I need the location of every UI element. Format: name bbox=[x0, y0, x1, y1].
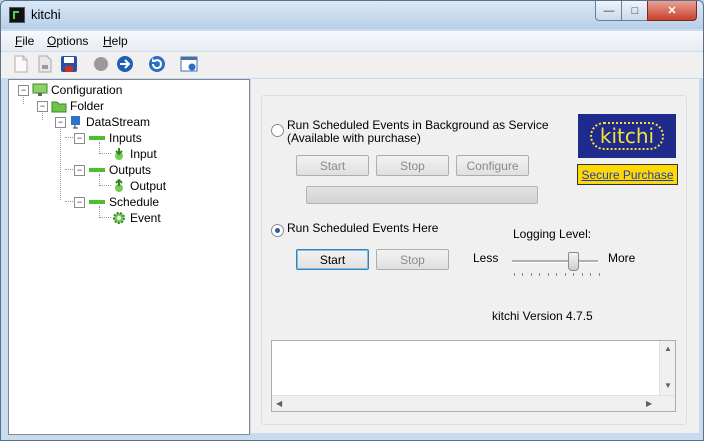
group-bar-icon bbox=[89, 136, 105, 140]
window-title: kitchi bbox=[31, 7, 61, 22]
maximize-button[interactable]: □ bbox=[621, 1, 649, 21]
tree-label: Outputs bbox=[109, 163, 152, 177]
collapse-toggle[interactable]: − bbox=[55, 116, 66, 128]
tree-node-outputs[interactable]: − Outputs bbox=[74, 163, 151, 177]
tree-node-folder[interactable]: − Folder bbox=[37, 99, 104, 113]
service-stop-button[interactable]: Stop bbox=[376, 155, 449, 176]
tree-node-datastream[interactable]: − DataStream bbox=[55, 115, 150, 129]
group-bar-icon bbox=[89, 200, 105, 204]
log-output-area[interactable]: ▲ ▼ ◀ ▶ bbox=[271, 340, 676, 412]
tree-label: Schedule bbox=[109, 195, 160, 209]
service-radio-label-2: (Available with purchase) bbox=[287, 131, 421, 145]
collapse-toggle[interactable]: − bbox=[18, 84, 29, 96]
scroll-down-icon[interactable]: ▼ bbox=[664, 381, 672, 390]
control-group: Run Scheduled Events in Background as Se… bbox=[261, 95, 687, 425]
toolbar bbox=[1, 52, 703, 78]
monitor-icon bbox=[32, 83, 48, 96]
control-pane: Run Scheduled Events in Background as Se… bbox=[251, 79, 699, 433]
forward-icon[interactable] bbox=[116, 55, 134, 73]
version-label: kitchi Version 4.7.5 bbox=[492, 309, 593, 323]
input-gear-icon bbox=[115, 148, 123, 160]
event-gear-icon bbox=[113, 212, 125, 224]
tree-label: Output bbox=[130, 179, 167, 193]
tree-label: Folder bbox=[70, 99, 105, 113]
tree-node-event[interactable]: Event bbox=[112, 211, 161, 225]
menu-file[interactable]: File bbox=[15, 34, 34, 48]
collapse-toggle[interactable]: − bbox=[74, 196, 85, 208]
output-gear-icon bbox=[115, 179, 123, 192]
logging-slider-thumb[interactable] bbox=[567, 252, 579, 271]
folder-icon bbox=[51, 101, 67, 113]
close-button[interactable]: ✕ bbox=[647, 1, 697, 21]
service-start-button[interactable]: Start bbox=[296, 155, 369, 176]
tree-node-inputs[interactable]: − Inputs bbox=[74, 131, 142, 145]
service-radio-label-1[interactable]: Run Scheduled Events in Background as Se… bbox=[287, 118, 549, 132]
service-radio[interactable] bbox=[271, 124, 284, 137]
local-run-label[interactable]: Run Scheduled Events Here bbox=[287, 221, 438, 235]
menu-help[interactable]: Help bbox=[103, 34, 128, 48]
collapse-toggle[interactable]: − bbox=[74, 132, 85, 144]
group-bar-icon bbox=[89, 168, 105, 172]
save-icon[interactable] bbox=[60, 55, 78, 73]
tree-node-input[interactable]: Input bbox=[112, 147, 157, 161]
vertical-scrollbar[interactable]: ▲ ▼ bbox=[659, 341, 675, 395]
logging-slider-ticks bbox=[514, 273, 600, 277]
logging-level-title: Logging Level: bbox=[513, 227, 592, 241]
open-file-icon[interactable] bbox=[36, 55, 54, 73]
tree-node-output[interactable]: Output bbox=[112, 179, 166, 193]
config-tree[interactable]: − Configuration − Folder − DataStream − … bbox=[8, 79, 250, 435]
logging-slider-track[interactable] bbox=[512, 260, 598, 263]
minimize-button[interactable]: — bbox=[595, 1, 623, 21]
app-window: kitchi — □ ✕ File Options Help − Configu… bbox=[0, 0, 704, 441]
new-file-icon[interactable] bbox=[12, 55, 30, 73]
service-configure-button[interactable]: Configure bbox=[456, 155, 529, 176]
horizontal-scrollbar[interactable]: ◀ ▶ bbox=[272, 395, 675, 411]
app-icon bbox=[9, 7, 25, 23]
scroll-up-icon[interactable]: ▲ bbox=[664, 344, 672, 353]
scroll-left-icon[interactable]: ◀ bbox=[276, 399, 282, 408]
record-icon[interactable] bbox=[92, 55, 110, 73]
service-progress-bar bbox=[306, 186, 538, 204]
local-stop-button[interactable]: Stop bbox=[376, 249, 449, 270]
secure-purchase-link[interactable]: Secure Purchase bbox=[577, 164, 678, 185]
title-bar[interactable]: kitchi — □ ✕ bbox=[1, 1, 703, 29]
menu-options[interactable]: Options bbox=[47, 34, 88, 48]
tree-label: DataStream bbox=[86, 115, 151, 129]
menu-bar: File Options Help bbox=[1, 31, 703, 52]
collapse-toggle[interactable]: − bbox=[37, 100, 48, 112]
kitchi-logo: kitchi bbox=[578, 114, 676, 158]
tree-node-schedule[interactable]: − Schedule bbox=[74, 195, 159, 209]
tree-label: Event bbox=[130, 211, 161, 225]
tree-label: Inputs bbox=[109, 131, 142, 145]
local-start-button[interactable]: Start bbox=[296, 249, 369, 270]
datastream-icon bbox=[71, 116, 80, 129]
info-window-icon[interactable] bbox=[180, 55, 198, 73]
tree-label: Configuration bbox=[51, 83, 123, 97]
collapse-toggle[interactable]: − bbox=[74, 164, 85, 176]
scroll-right-icon[interactable]: ▶ bbox=[646, 399, 652, 408]
refresh-icon[interactable] bbox=[148, 55, 166, 73]
tree-node-configuration[interactable]: − Configuration bbox=[18, 83, 122, 97]
logging-less-label: Less bbox=[473, 251, 499, 265]
local-run-radio[interactable] bbox=[271, 224, 284, 237]
tree-label: Input bbox=[130, 147, 157, 161]
logging-more-label: More bbox=[608, 251, 636, 265]
